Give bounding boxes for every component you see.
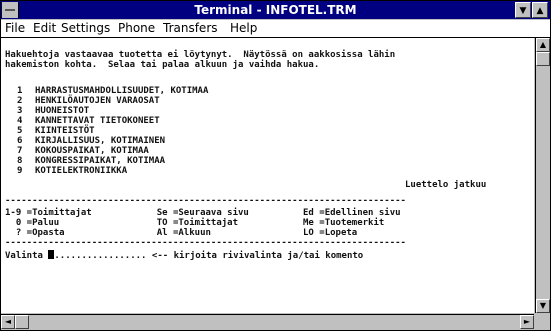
command-line: 0 =Paluu TO =Toimittajat Me =Tuotemerkit	[5, 218, 385, 228]
vertical-scroll-thumb[interactable]	[536, 52, 550, 66]
menu-bar: File Edit Settings Phone Transfers Help	[1, 20, 550, 38]
command-line: ? =Opasta Al =Alkuun LO =Lopeta	[5, 228, 358, 238]
prompt-hint: <-- kirjoita rivivalinta ja/tai komento	[146, 251, 364, 261]
list-continues-label: Luettelo jatkuu	[405, 180, 487, 190]
title-bar[interactable]: Terminal - INFOTEL.TRM ▼ ▲	[1, 1, 550, 19]
result-number: 9	[17, 166, 23, 176]
menu-help[interactable]: Help	[230, 21, 257, 35]
result-item: KIINTEISTÖT	[35, 126, 95, 136]
intro-line: hakemiston kohta. Selaa tai palaa alkuun…	[5, 60, 320, 70]
result-number: 3	[17, 106, 23, 116]
result-item: KOKOUSPAIKAT, KOTIMAA	[35, 146, 149, 156]
window-title: Terminal - INFOTEL.TRM	[194, 3, 357, 17]
menu-settings[interactable]: Settings	[61, 21, 110, 35]
menu-edit[interactable]: Edit	[33, 21, 56, 35]
horizontal-scrollbar[interactable]: ◄ ►	[1, 314, 534, 330]
menu-file[interactable]: File	[5, 21, 25, 35]
scrollbar-corner	[535, 314, 550, 330]
result-item: HENKILÖAUTOJEN VARAOSAT	[35, 96, 160, 106]
scroll-left-button[interactable]: ◄	[1, 315, 15, 329]
separator-line: ----------------------------------------…	[5, 196, 406, 206]
result-number: 4	[17, 116, 23, 126]
command-prompt[interactable]: Valinta ................. <-- kirjoita r…	[5, 250, 363, 261]
scroll-right-button[interactable]: ►	[520, 315, 534, 329]
prompt-label: Valinta	[5, 251, 49, 261]
maximize-button[interactable]: ▲	[532, 2, 548, 18]
separator-line: ----------------------------------------…	[5, 238, 406, 248]
result-item: KIRJALLISUUS, KOTIMAINEN	[35, 136, 166, 146]
menu-transfers[interactable]: Transfers	[163, 21, 218, 35]
scroll-up-button[interactable]: ▲	[536, 38, 550, 52]
result-item: KONGRESSIPAIKAT, KOTIMAA	[35, 156, 166, 166]
result-number: 2	[17, 96, 23, 106]
vertical-scrollbar[interactable]: ▲ ▼	[535, 38, 550, 313]
horizontal-scroll-thumb[interactable]	[15, 315, 29, 329]
result-item: HARRASTUSMAHDOLLISUUDET, KOTIMAA	[35, 86, 209, 96]
command-line: 1-9 =Toimittajat Se =Seuraava sivu Ed =E…	[5, 208, 401, 218]
result-item: KOTIELEKTRONIIKKA	[35, 166, 128, 176]
terminal-screen[interactable]: Hakuehtoja vastaavaa tuotetta ei löytyny…	[1, 38, 534, 313]
result-number: 5	[17, 126, 23, 136]
result-number: 1	[17, 86, 23, 96]
menu-phone[interactable]: Phone	[118, 21, 155, 35]
result-item: HUONEISTOT	[35, 106, 90, 116]
scroll-down-button[interactable]: ▼	[536, 299, 550, 313]
prompt-input-field[interactable]: .................	[54, 251, 146, 261]
minimize-button[interactable]: ▼	[515, 2, 531, 18]
result-number: 7	[17, 146, 23, 156]
intro-line: Hakuehtoja vastaavaa tuotetta ei löytyny…	[5, 50, 396, 60]
terminal-window: Terminal - INFOTEL.TRM ▼ ▲ File Edit Set…	[0, 0, 551, 331]
result-number: 6	[17, 136, 23, 146]
result-number: 8	[17, 156, 23, 166]
result-item: KANNETTAVAT TIETOKONEET	[35, 116, 160, 126]
